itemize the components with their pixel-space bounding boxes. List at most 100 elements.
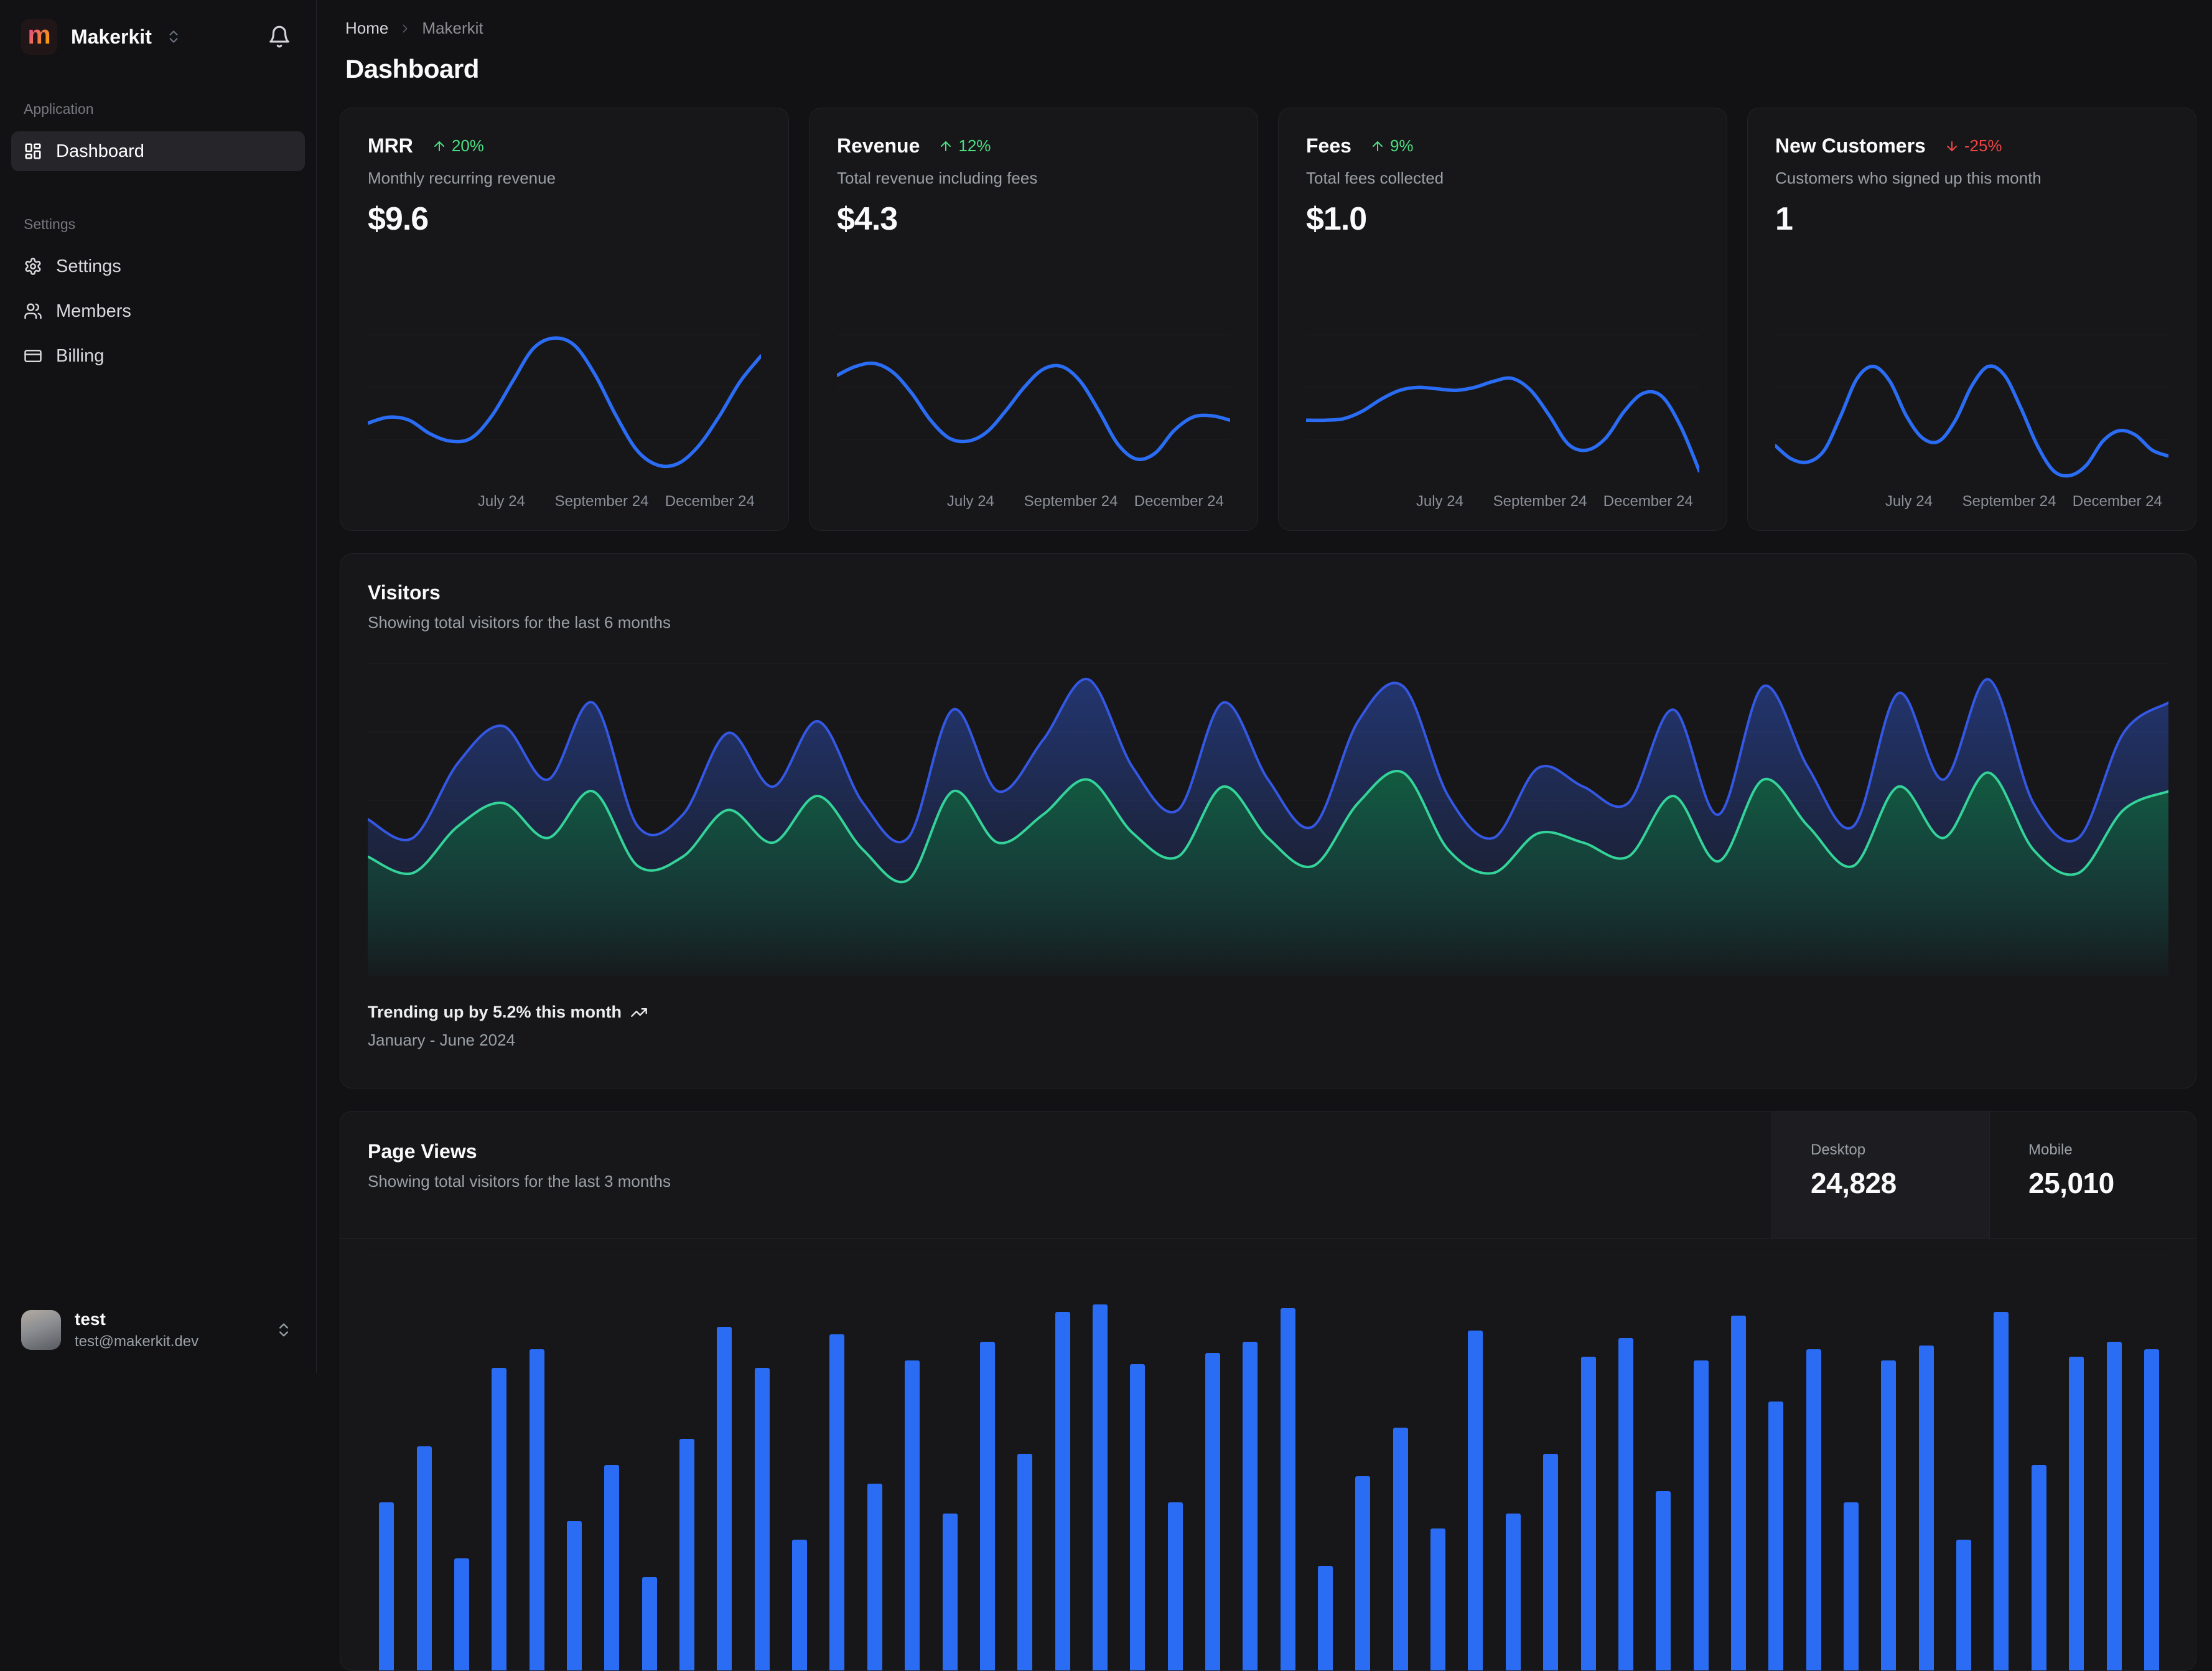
bar [1919, 1346, 1934, 1670]
stat-card-header: MRR 20% [368, 134, 761, 157]
user-meta: test test@makerkit.dev [75, 1309, 198, 1350]
sidebar-item-billing[interactable]: Billing [11, 336, 305, 376]
sidebar-item-label: Dashboard [56, 141, 144, 162]
stat-description: Monthly recurring revenue [368, 169, 761, 188]
stat-card: MRR 20% Monthly recurring revenue $9.6 J… [340, 108, 789, 531]
bar [1543, 1454, 1558, 1670]
bar [1130, 1364, 1145, 1670]
bar [1318, 1566, 1333, 1670]
main-content: Home Makerkit Dashboard MRR 20% Monthly … [317, 0, 2212, 1373]
stat-card: Revenue 12% Total revenue including fees… [809, 108, 1258, 531]
bar [1281, 1308, 1295, 1670]
bar [679, 1439, 694, 1670]
page-views-titles: Page Views Showing total visitors for th… [340, 1112, 1771, 1238]
page-views-subtitle: Showing total visitors for the last 3 mo… [368, 1172, 1744, 1191]
stat-title: New Customers [1775, 134, 1926, 157]
sparkline-x-labels: July 24September 24December 24 [837, 493, 1230, 514]
arrow-up-icon [938, 139, 953, 154]
x-axis-label: December 24 [2073, 493, 2162, 510]
bar [1430, 1528, 1445, 1670]
stat-card-header: Revenue 12% [837, 134, 1230, 157]
dashboard-icon [24, 142, 42, 161]
nav-section-application: Application Dashboard [11, 101, 305, 176]
workspace-name[interactable]: Makerkit [71, 26, 152, 49]
sidebar-item-members[interactable]: Members [11, 291, 305, 331]
tab-mobile[interactable]: Mobile 25,010 [1989, 1112, 2196, 1238]
sidebar-item-dashboard[interactable]: Dashboard [11, 131, 305, 171]
sidebar: m Makerkit Application Dashboard Setting… [0, 0, 317, 1373]
bar [1694, 1360, 1709, 1670]
x-axis-label: September 24 [1493, 493, 1587, 510]
stat-description: Total fees collected [1306, 169, 1699, 188]
x-axis-label: July 24 [947, 493, 994, 510]
logo-m: m [27, 22, 50, 48]
bar [1731, 1316, 1746, 1670]
arrow-down-icon [1944, 139, 1959, 154]
sparkline-chart [1775, 327, 2168, 489]
bar [2144, 1349, 2159, 1670]
stat-value: $9.6 [368, 200, 761, 238]
visitors-subtitle: Showing total visitors for the last 6 mo… [368, 613, 2168, 632]
breadcrumb: Home Makerkit [345, 19, 2196, 38]
stat-delta-value: 12% [958, 136, 991, 156]
bar [1618, 1338, 1633, 1670]
bar [1205, 1353, 1220, 1670]
data-line [1775, 366, 2168, 476]
bar [2107, 1342, 2122, 1670]
stat-title: MRR [368, 134, 413, 157]
bar [454, 1558, 469, 1670]
x-axis-label: July 24 [1885, 493, 1933, 510]
visitors-area-chart [368, 656, 2168, 976]
tab-mobile-label: Mobile [2028, 1141, 2196, 1159]
users-icon [24, 302, 42, 321]
nav-section-settings: Settings Settings Members Billing [11, 216, 305, 381]
stat-value: 1 [1775, 200, 2168, 238]
credit-card-icon [24, 347, 42, 365]
bar [1017, 1454, 1032, 1670]
makerkit-dashboard: { "colors": { "background": "#121214", "… [0, 0, 2212, 1373]
tab-desktop-value: 24,828 [1811, 1166, 1989, 1200]
bar [604, 1465, 619, 1670]
sidebar-item-label: Members [56, 301, 131, 322]
bar [1506, 1514, 1521, 1670]
page-views-bar-chart [368, 1239, 2168, 1670]
bar [1393, 1428, 1408, 1670]
bar [1055, 1312, 1070, 1670]
tab-mobile-value: 25,010 [2028, 1166, 2196, 1200]
bar [1806, 1349, 1821, 1670]
bell-icon[interactable] [268, 25, 291, 49]
x-axis-label: December 24 [665, 493, 755, 510]
data-line [368, 338, 761, 466]
bar [1768, 1402, 1783, 1670]
user-menu[interactable]: test test@makerkit.dev [0, 1292, 316, 1373]
stat-delta-badge: 20% [432, 136, 484, 156]
sparkline-wrap: July 24September 24December 24 [368, 327, 761, 514]
gear-icon [24, 257, 42, 276]
sparkline-x-labels: July 24September 24December 24 [1775, 493, 2168, 514]
visitors-trend: Trending up by 5.2% this month [368, 1003, 2168, 1022]
bar [905, 1360, 920, 1670]
bar [755, 1368, 770, 1670]
bar [530, 1349, 544, 1670]
bar [1243, 1342, 1258, 1670]
bar [1581, 1357, 1596, 1670]
tab-desktop[interactable]: Desktop 24,828 [1771, 1112, 1989, 1238]
stat-value: $1.0 [1306, 200, 1699, 238]
chevrons-up-down-icon[interactable] [166, 29, 182, 45]
chevron-right-icon [398, 22, 412, 35]
breadcrumb-home-link[interactable]: Home [345, 19, 388, 38]
makerkit-logo[interactable]: m [21, 19, 57, 55]
bar [492, 1368, 506, 1670]
bar [867, 1484, 882, 1670]
bar [1994, 1312, 2009, 1670]
sidebar-item-settings[interactable]: Settings [11, 246, 305, 286]
stat-card: New Customers -25% Customers who signed … [1747, 108, 2196, 531]
bar [1468, 1331, 1483, 1670]
page-views-header: Page Views Showing total visitors for th… [340, 1112, 2196, 1239]
visitors-range: January - June 2024 [368, 1031, 2168, 1050]
sparkline-chart [368, 327, 761, 489]
bar [980, 1342, 995, 1670]
stat-card-header: New Customers -25% [1775, 134, 2168, 157]
bar [717, 1327, 732, 1670]
stat-delta-badge: 12% [938, 136, 991, 156]
